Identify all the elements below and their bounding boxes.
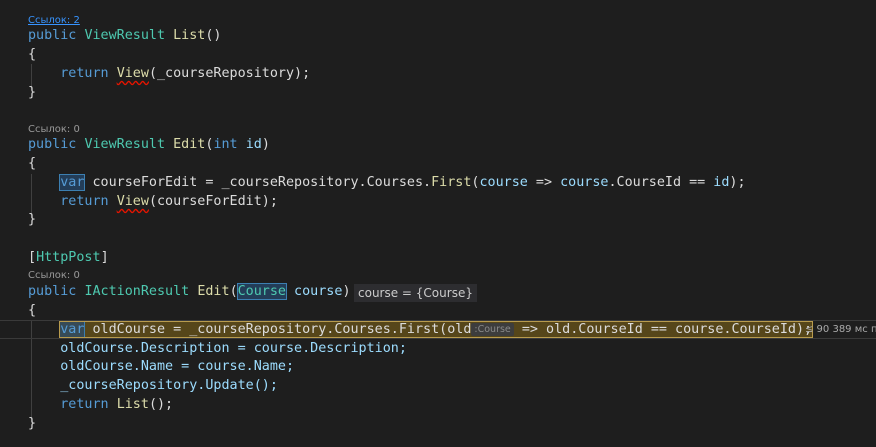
keyword: return — [60, 194, 109, 209]
token: (_courseRepository); — [148, 66, 311, 81]
code-line-16[interactable]: _courseRepository.Update(); — [28, 377, 278, 395]
token: ] — [100, 250, 109, 265]
code-line-13-current-statement[interactable]: var oldCourse = _courseRepository.Course… — [28, 321, 814, 339]
token: ) — [261, 137, 270, 152]
code-line-6[interactable]: { — [28, 155, 36, 173]
token: { — [28, 156, 37, 171]
identifier: oldCourse.Description = course.Descripti… — [60, 341, 407, 356]
code-line-11[interactable]: public IActionResult Edit(Course course) — [28, 283, 351, 301]
token: } — [28, 416, 37, 431]
token: => — [527, 175, 561, 190]
parameter: id — [245, 137, 262, 152]
attribute: HttpPost — [36, 250, 101, 265]
token: { — [28, 47, 37, 62]
token: { — [28, 303, 37, 318]
parameter: course — [560, 175, 609, 190]
token: [ — [28, 250, 37, 265]
token: } — [28, 85, 37, 100]
method-call: First — [431, 175, 472, 190]
method-name: Edit — [173, 137, 206, 152]
keyword-selected: var — [59, 321, 86, 338]
keyword: public — [28, 137, 77, 152]
type-name: ViewResult — [84, 28, 166, 43]
code-line-3[interactable]: return View(_courseRepository); — [28, 65, 310, 83]
inlay-type-hint: :Course — [471, 323, 514, 336]
method-call: View — [116, 194, 149, 209]
keyword: public — [28, 284, 77, 299]
parameter: course — [286, 284, 343, 299]
token: ( — [229, 284, 238, 299]
code-line-12[interactable]: { — [28, 302, 36, 320]
keyword: int — [213, 137, 238, 152]
code-line-5[interactable]: public ViewResult Edit(int id) — [28, 136, 270, 154]
identifier: oldCourse.Name = course.Name; — [60, 359, 295, 374]
codelens-references[interactable]: Ссылок: 0 — [28, 270, 80, 282]
code-line-1[interactable]: public ViewResult List() — [28, 27, 222, 45]
keyword: public — [28, 28, 77, 43]
type-name: IActionResult — [84, 284, 190, 299]
token: .CourseId == — [608, 175, 714, 190]
keyword: return — [60, 397, 109, 412]
codelens-references-link[interactable]: Ссылок: 2 — [28, 15, 80, 27]
code-line-9[interactable]: } — [28, 211, 36, 229]
debugger-datatip[interactable]: course = {Course} — [354, 284, 477, 302]
code-editor[interactable]: Ссылок: 2 public ViewResult List() { ret… — [0, 0, 876, 447]
keyword: return — [60, 66, 109, 81]
token: => old.CourseId == course.CourseId); — [513, 322, 813, 337]
parameter: course — [479, 175, 528, 190]
current-statement-highlight: var oldCourse = _courseRepository.Course… — [59, 321, 814, 338]
code-line-18[interactable]: } — [28, 415, 36, 433]
token: ) — [342, 284, 351, 299]
code-line-15[interactable]: oldCourse.Name = course.Name; — [28, 358, 294, 376]
code-line-4[interactable]: } — [28, 84, 36, 102]
identifier: _courseRepository.Update(); — [60, 378, 278, 393]
token: ); — [729, 175, 746, 190]
method-call: View — [116, 66, 149, 81]
code-line-8[interactable]: return View(courseForEdit); — [28, 193, 278, 211]
code-line-14[interactable]: oldCourse.Description = course.Descripti… — [28, 340, 407, 358]
method-call: List — [116, 397, 149, 412]
keyword-selected: var — [59, 174, 86, 191]
code-line-2[interactable]: { — [28, 46, 36, 64]
token: (); — [148, 397, 174, 412]
code-line-7[interactable]: var courseForEdit = _courseRepository.Co… — [28, 174, 746, 192]
code-line-10[interactable]: [HttpPost] — [28, 249, 109, 267]
method-name: List — [173, 28, 206, 43]
codelens-references[interactable]: Ссылок: 0 — [28, 124, 80, 136]
parameter: id — [713, 175, 730, 190]
token: (courseForEdit); — [148, 194, 278, 209]
token: } — [28, 212, 37, 227]
perftip-elapsed-time[interactable]: ≤ 90 389 мс пр — [805, 321, 876, 338]
type-name: ViewResult — [84, 137, 166, 152]
token: oldCourse = _courseRepository.Courses.Fi… — [84, 322, 472, 337]
token: courseForEdit = _courseRepository.Course… — [84, 175, 432, 190]
token: () — [205, 28, 222, 43]
method-name: Edit — [197, 284, 230, 299]
type-name-selected: Course — [236, 283, 288, 300]
code-line-17[interactable]: return List(); — [28, 396, 173, 414]
